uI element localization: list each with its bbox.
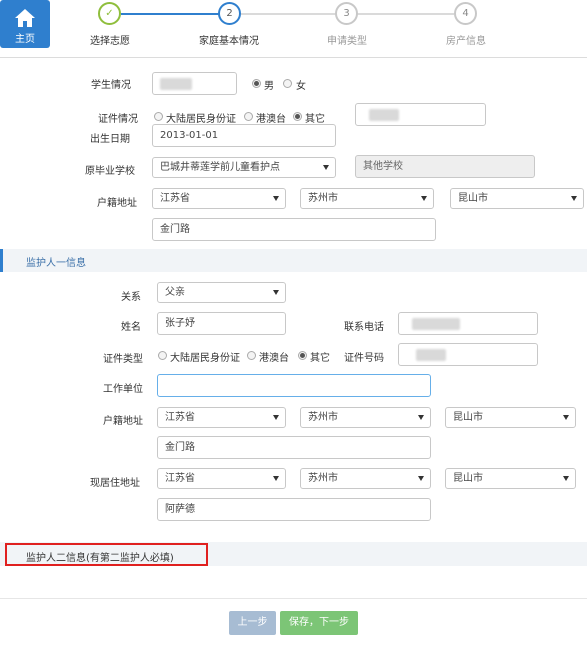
live-district-select[interactable]: 昆山市 — [445, 468, 576, 489]
student-gender-label: 学生情况 — [91, 80, 131, 91]
guardian-hukou-city-value: 苏州市 — [308, 412, 338, 423]
step-4-circle: 4 — [454, 2, 477, 25]
live-province-value: 江苏省 — [165, 473, 195, 484]
chevron-down-icon — [421, 196, 427, 201]
step-2-circle: 2 — [218, 2, 241, 25]
chevron-down-icon — [571, 196, 577, 201]
chevron-down-icon — [563, 476, 569, 481]
student-id-other-radio[interactable] — [293, 112, 302, 121]
step-3-label: 申请类型 — [327, 36, 367, 47]
save-next-button[interactable]: 保存，下一步 — [280, 611, 358, 635]
guardian-hukou-province-select[interactable]: 江苏省 — [157, 407, 286, 428]
student-hukou-label: 户籍地址 — [97, 198, 137, 209]
student-id-other-label: 其它 — [305, 114, 325, 125]
guardian-hukou-label: 户籍地址 — [103, 416, 143, 427]
chevron-down-icon — [273, 196, 279, 201]
student-id-label: 证件情况 — [98, 114, 138, 125]
student-id-mainland-label: 大陆居民身份证 — [166, 114, 236, 125]
guardian-id-mainland-radio[interactable] — [158, 351, 167, 360]
live-district-value: 昆山市 — [453, 473, 483, 484]
guardian-idnum-input[interactable] — [398, 343, 538, 366]
gender-female-radio[interactable] — [283, 79, 292, 88]
relation-select[interactable]: 父亲 — [157, 282, 286, 303]
home-icon — [15, 9, 35, 27]
student-province-select[interactable]: 江苏省 — [152, 188, 286, 209]
step-3-circle: 3 — [335, 2, 358, 25]
guardian-hukou-city-select[interactable]: 苏州市 — [300, 407, 431, 428]
work-input[interactable] — [157, 374, 431, 397]
chevron-down-icon — [563, 415, 569, 420]
chevron-down-icon — [418, 415, 424, 420]
relation-label: 关系 — [121, 292, 141, 303]
guardian1-section-header: 监护人一信息 — [0, 249, 587, 272]
student-city-value: 苏州市 — [308, 193, 338, 204]
student-district-select[interactable]: 昆山市 — [450, 188, 584, 209]
step-connector-3 — [357, 13, 454, 15]
footer-divider — [0, 598, 587, 599]
school-select[interactable]: 巴城井蒂莲学前儿童看护点 — [152, 157, 336, 178]
chevron-down-icon — [273, 476, 279, 481]
chevron-down-icon — [273, 415, 279, 420]
step-1-label: 选择志愿 — [90, 36, 130, 47]
guardian-id-other-radio[interactable] — [298, 351, 307, 360]
blurred-value — [416, 349, 446, 361]
student-city-select[interactable]: 苏州市 — [300, 188, 434, 209]
phone-label: 联系电话 — [344, 322, 384, 333]
header-divider — [0, 57, 587, 58]
guardian2-title[interactable]: 监护人二信息(有第二监护人必填) — [26, 549, 174, 564]
guardian-id-mainland-label: 大陆居民身份证 — [170, 353, 240, 364]
student-id-hkmt-radio[interactable] — [244, 112, 253, 121]
home-button[interactable]: 主页 — [0, 0, 50, 48]
guardian-id-hkmt-radio[interactable] — [247, 351, 256, 360]
student-province-value: 江苏省 — [160, 193, 190, 204]
guardian-hukou-district-value: 昆山市 — [453, 412, 483, 423]
other-school-input[interactable]: 其他学校 — [355, 155, 535, 178]
chevron-down-icon — [323, 165, 329, 170]
guardian-hukou-district-select[interactable]: 昆山市 — [445, 407, 576, 428]
chevron-down-icon — [418, 476, 424, 481]
step-4-label: 房产信息 — [446, 36, 486, 47]
guardian-hukou-province-value: 江苏省 — [165, 412, 195, 423]
chevron-down-icon — [273, 290, 279, 295]
step-1-check-icon: ✓ — [98, 2, 121, 25]
student-district-value: 昆山市 — [458, 193, 488, 204]
step-connector-2 — [241, 13, 336, 15]
relation-select-value: 父亲 — [165, 287, 185, 298]
gender-male-label: 男 — [264, 81, 274, 92]
guardian-id-other-label: 其它 — [310, 353, 330, 364]
guardian2-highlight-box: 监护人二信息(有第二监护人必填) — [5, 543, 208, 566]
school-label: 原毕业学校 — [85, 166, 135, 177]
guardian-hukou-street-input[interactable]: 金门路 — [157, 436, 431, 459]
gender-female-label: 女 — [296, 81, 306, 92]
guardian-idnum-label: 证件号码 — [344, 353, 384, 364]
blurred-value — [369, 109, 399, 121]
home-label: 主页 — [15, 34, 35, 45]
student-id-mainland-radio[interactable] — [154, 112, 163, 121]
student-id-hkmt-label: 港澳台 — [256, 114, 286, 125]
live-address-label: 现居住地址 — [90, 478, 140, 489]
gender-male-radio[interactable] — [252, 79, 261, 88]
guardian-id-hkmt-label: 港澳台 — [259, 353, 289, 364]
phone-input[interactable] — [398, 312, 538, 335]
student-street-input[interactable]: 金门路 — [152, 218, 436, 241]
student-name-input[interactable] — [152, 72, 237, 95]
step-2-label: 家庭基本情况 — [199, 36, 259, 47]
guardian-name-label: 姓名 — [121, 322, 141, 333]
student-id-number-input[interactable] — [355, 103, 486, 126]
work-label: 工作单位 — [103, 384, 143, 395]
guardian-idtype-label: 证件类型 — [103, 354, 143, 365]
live-street-input[interactable]: 阿萨德 — [157, 498, 431, 521]
birth-date-input[interactable]: 2013-01-01 — [152, 124, 336, 147]
blurred-value — [160, 78, 192, 90]
guardian-name-input[interactable]: 张子妤 — [157, 312, 286, 335]
guardian1-title: 监护人一信息 — [26, 258, 86, 269]
school-select-value: 巴城井蒂莲学前儿童看护点 — [160, 162, 280, 173]
live-city-value: 苏州市 — [308, 473, 338, 484]
prev-step-button[interactable]: 上一步 — [229, 611, 276, 635]
live-province-select[interactable]: 江苏省 — [157, 468, 286, 489]
live-city-select[interactable]: 苏州市 — [300, 468, 431, 489]
birth-date-label: 出生日期 — [90, 134, 130, 145]
step-connector-1 — [121, 13, 220, 15]
blurred-value — [412, 318, 460, 330]
